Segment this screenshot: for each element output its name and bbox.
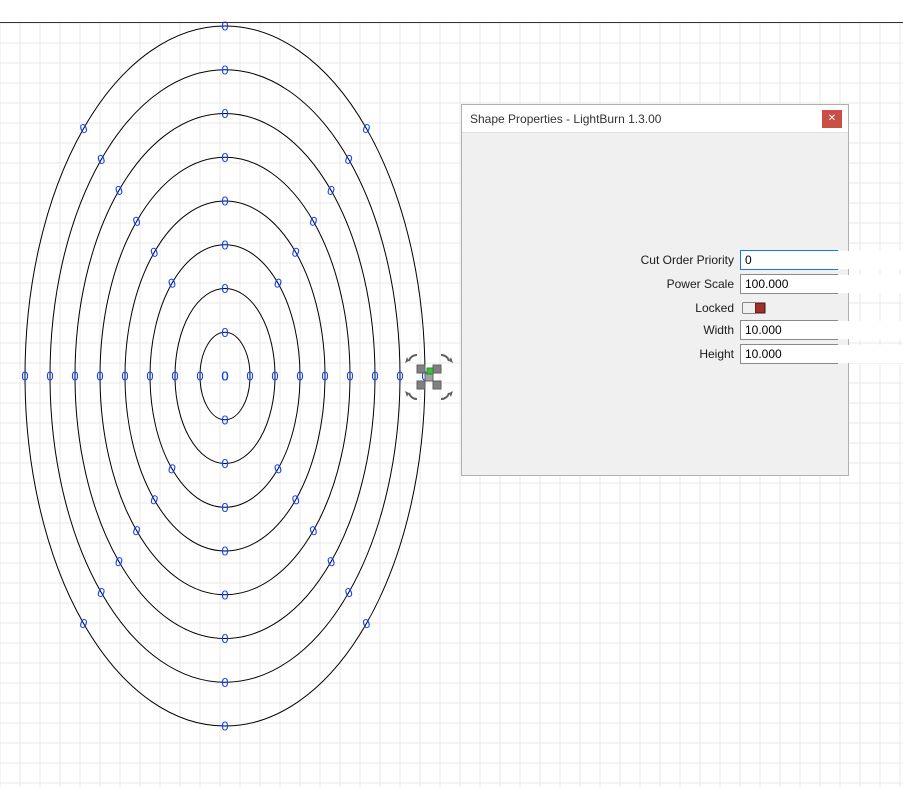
- origin-handle[interactable]: [427, 368, 433, 374]
- svg-text:0: 0: [343, 584, 355, 601]
- svg-text:0: 0: [95, 151, 107, 168]
- svg-text:0: 0: [221, 237, 228, 252]
- svg-text:0: 0: [321, 369, 328, 384]
- dialog-body: Cut Order Priority ▲▼ Power Scale ▲▼ Loc…: [462, 133, 848, 475]
- svg-text:0: 0: [221, 325, 228, 340]
- cut-order-label: Cut Order Priority: [468, 253, 740, 267]
- dialog-title: Shape Properties - LightBurn 1.3.00: [470, 112, 822, 126]
- svg-text:0: 0: [113, 182, 125, 199]
- move-gizmo[interactable]: [403, 355, 457, 399]
- svg-text:0: 0: [307, 522, 319, 539]
- svg-text:0: 0: [113, 553, 125, 570]
- locked-toggle[interactable]: [742, 302, 766, 314]
- height-spinner[interactable]: ▲▼: [740, 344, 838, 364]
- svg-text:0: 0: [196, 369, 203, 384]
- svg-text:0: 0: [131, 213, 143, 230]
- svg-text:0: 0: [221, 194, 228, 209]
- svg-text:0: 0: [221, 631, 228, 646]
- svg-text:0: 0: [221, 675, 228, 690]
- svg-text:0: 0: [131, 522, 143, 539]
- svg-text:0: 0: [296, 369, 303, 384]
- svg-text:0: 0: [221, 281, 228, 296]
- power-scale-input[interactable]: [741, 275, 903, 293]
- node-markers: 0000000000000000000000000000000000000000…: [21, 19, 428, 734]
- width-spinner[interactable]: ▲▼: [740, 320, 838, 340]
- svg-text:0: 0: [95, 584, 107, 601]
- svg-text:0: 0: [71, 369, 78, 384]
- svg-text:0: 0: [346, 369, 353, 384]
- toggle-knob: [755, 303, 765, 313]
- svg-text:0: 0: [121, 369, 128, 384]
- width-label: Width: [468, 323, 740, 337]
- svg-text:0: 0: [325, 553, 337, 570]
- svg-text:0: 0: [221, 456, 228, 471]
- svg-text:0: 0: [271, 369, 278, 384]
- cut-order-spinner[interactable]: ▲▼: [740, 250, 838, 270]
- svg-text:0: 0: [171, 369, 178, 384]
- svg-text:0: 0: [46, 369, 53, 384]
- svg-text:0: 0: [148, 491, 160, 508]
- width-input[interactable]: [741, 321, 903, 339]
- locked-label: Locked: [468, 301, 740, 315]
- svg-text:0: 0: [221, 719, 228, 734]
- svg-text:0: 0: [21, 369, 28, 384]
- svg-text:0: 0: [221, 150, 228, 165]
- svg-text:0: 0: [307, 213, 319, 230]
- svg-text:0: 0: [221, 19, 228, 34]
- shape-properties-dialog[interactable]: Shape Properties - LightBurn 1.3.00 ✕ Cu…: [461, 104, 849, 476]
- svg-text:0: 0: [221, 544, 228, 559]
- power-scale-spinner[interactable]: ▲▼: [740, 274, 838, 294]
- ruler-border: [0, 22, 903, 23]
- svg-text:0: 0: [246, 369, 253, 384]
- svg-text:0: 0: [96, 369, 103, 384]
- svg-text:0: 0: [221, 500, 228, 515]
- svg-text:0: 0: [146, 369, 153, 384]
- svg-text:0: 0: [371, 369, 378, 384]
- svg-text:0: 0: [221, 412, 228, 427]
- cut-order-input[interactable]: [741, 251, 903, 269]
- svg-text:0: 0: [148, 244, 160, 261]
- workspace-canvas[interactable]: 0000000000000000000000000000000000000000…: [0, 0, 903, 787]
- dialog-titlebar[interactable]: Shape Properties - LightBurn 1.3.00 ✕: [462, 105, 848, 133]
- height-input[interactable]: [741, 345, 903, 363]
- svg-text:0: 0: [221, 587, 228, 602]
- svg-text:0: 0: [221, 62, 228, 77]
- svg-text:0: 0: [221, 369, 228, 384]
- svg-text:0: 0: [221, 106, 228, 121]
- svg-text:0: 0: [343, 151, 355, 168]
- svg-text:0: 0: [325, 182, 337, 199]
- height-label: Height: [468, 347, 740, 361]
- power-scale-label: Power Scale: [468, 277, 740, 291]
- close-icon[interactable]: ✕: [822, 110, 842, 128]
